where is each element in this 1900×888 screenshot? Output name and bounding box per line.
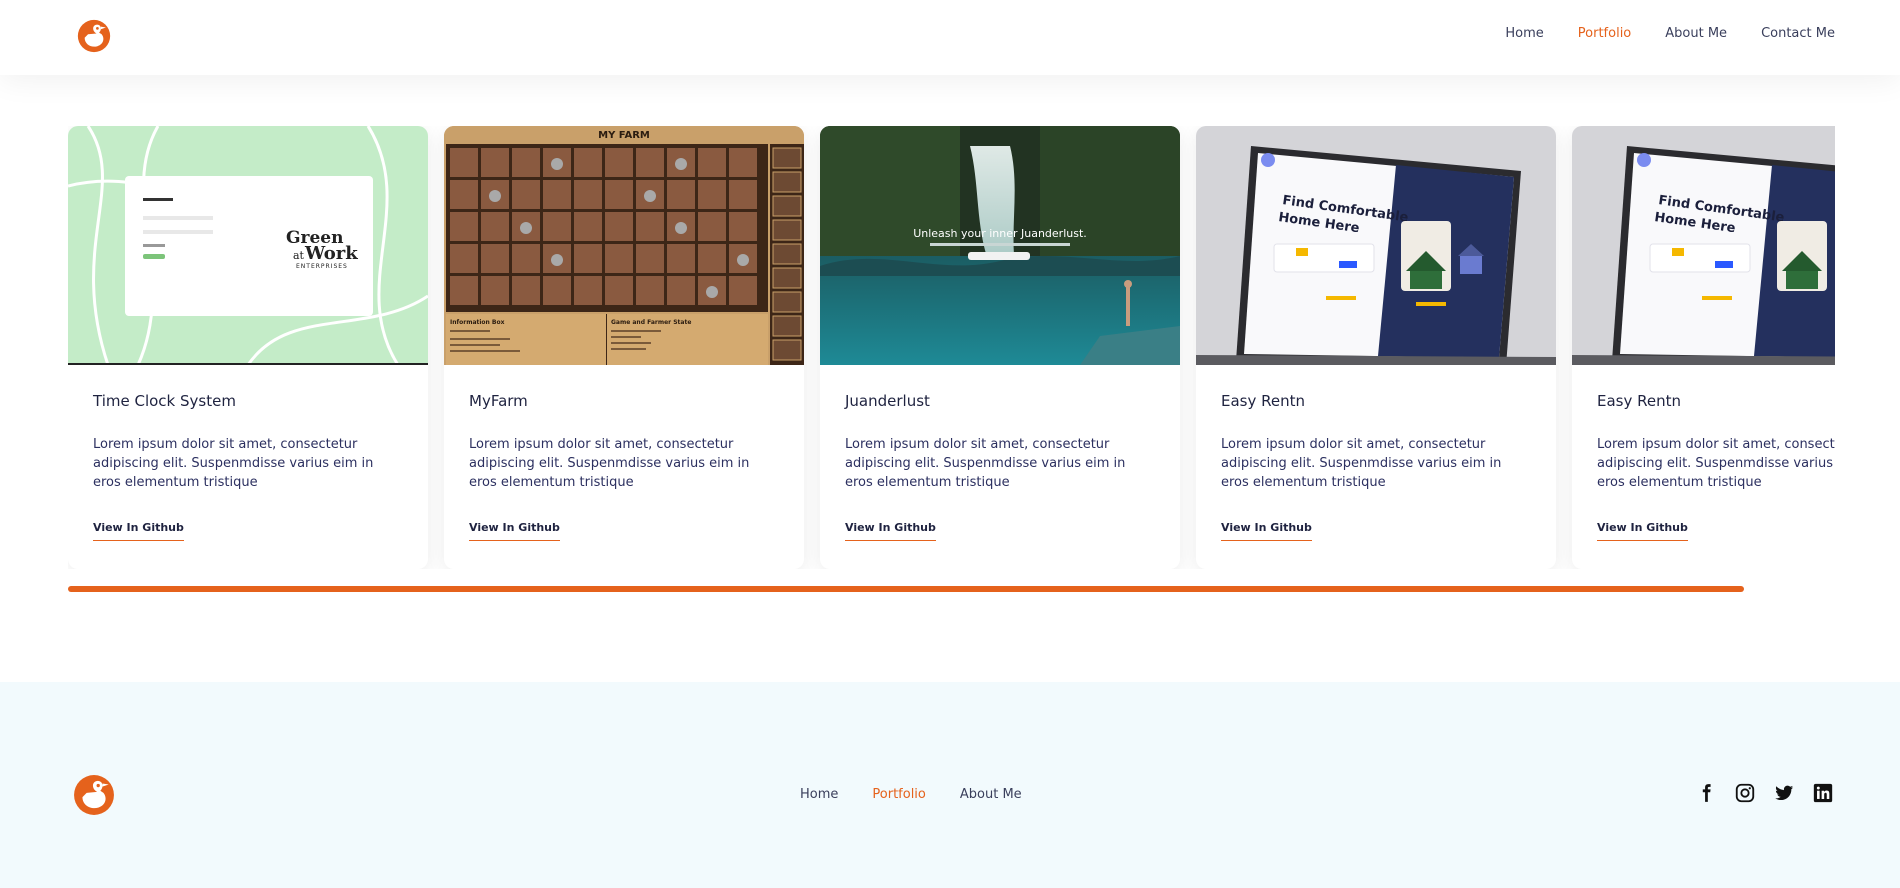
juanderlust-hero-text: Unleash your inner Juanderlust. <box>913 227 1087 240</box>
project-card: Find Comfortable Home Here Easy Rentn Lo… <box>1196 126 1556 569</box>
svg-text:at: at <box>293 249 305 262</box>
svg-text:Work: Work <box>304 243 358 264</box>
svg-text:Game and Farmer State: Game and Farmer State <box>611 319 691 326</box>
svg-text:Information Box: Information Box <box>450 319 505 326</box>
nav-home[interactable]: Home <box>1505 26 1543 41</box>
project-thumbnail-easy-rentn: Find Comfortable Home Here <box>1572 126 1835 365</box>
site-header: Home Portfolio About Me Contact Me <box>0 0 1900 75</box>
project-thumbnail-juanderlust: Unleash your inner Juanderlust. <box>820 126 1180 365</box>
linkedin-icon[interactable] <box>1812 782 1834 804</box>
project-card: Green at Work ENTERPRISES Time Clock Sys… <box>68 126 428 569</box>
view-github-link[interactable]: View In Github <box>1597 521 1688 541</box>
project-card: Find Comfortable Home Here Easy Rentn Lo… <box>1572 126 1835 569</box>
site-footer: Home Portfolio About Me <box>0 682 1900 888</box>
twitter-icon[interactable] <box>1773 782 1795 804</box>
footer-nav: Home Portfolio About Me <box>800 787 1022 802</box>
view-github-link[interactable]: View In Github <box>845 521 936 541</box>
farm-title: MY FARM <box>598 130 650 141</box>
view-github-link[interactable]: View In Github <box>469 521 560 541</box>
instagram-icon[interactable] <box>1734 782 1756 804</box>
duck-logo[interactable] <box>73 774 115 816</box>
main-nav: Home Portfolio About Me Contact Me <box>1505 26 1835 41</box>
footer-nav-home[interactable]: Home <box>800 787 838 802</box>
slider-scrollbar[interactable] <box>68 586 1744 592</box>
nav-contact[interactable]: Contact Me <box>1761 26 1835 41</box>
footer-nav-about[interactable]: About Me <box>960 787 1022 802</box>
project-description: Lorem ipsum dolor sit amet, consectetur … <box>1597 437 1835 490</box>
nav-about[interactable]: About Me <box>1665 26 1727 41</box>
project-thumbnail-easy-rentn: Find Comfortable Home Here <box>1196 126 1556 365</box>
social-links <box>1695 782 1834 804</box>
project-slider[interactable]: Green at Work ENTERPRISES Time Clock Sys… <box>68 126 1835 569</box>
project-description: Lorem ipsum dolor sit amet, consectetur … <box>1221 437 1502 490</box>
project-card: Unleash your inner Juanderlust. Juanderl… <box>820 126 1180 569</box>
project-card: MY FARM Information Box Game and Farmer … <box>444 126 804 569</box>
project-title: MyFarm <box>469 392 528 410</box>
project-thumbnail-time-clock: Green at Work ENTERPRISES <box>68 126 428 365</box>
project-title: Time Clock System <box>93 392 236 410</box>
project-thumbnail-myfarm: MY FARM Information Box Game and Farmer … <box>444 126 804 365</box>
project-description: Lorem ipsum dolor sit amet, consectetur … <box>845 437 1126 490</box>
duck-logo[interactable] <box>77 19 111 53</box>
portfolio-section: Green at Work ENTERPRISES Time Clock Sys… <box>0 75 1900 680</box>
project-title: Juanderlust <box>845 392 930 410</box>
project-title: Easy Rentn <box>1597 392 1682 410</box>
footer-nav-portfolio[interactable]: Portfolio <box>872 787 925 802</box>
facebook-icon[interactable] <box>1695 782 1717 804</box>
project-title: Easy Rentn <box>1221 392 1306 410</box>
view-github-link[interactable]: View In Github <box>1221 521 1312 541</box>
project-description: Lorem ipsum dolor sit amet, consectetur … <box>469 437 750 490</box>
view-github-link[interactable]: View In Github <box>93 521 184 541</box>
project-description: Lorem ipsum dolor sit amet, consectetur … <box>93 437 374 490</box>
svg-text:ENTERPRISES: ENTERPRISES <box>296 263 348 270</box>
nav-portfolio[interactable]: Portfolio <box>1578 26 1631 41</box>
